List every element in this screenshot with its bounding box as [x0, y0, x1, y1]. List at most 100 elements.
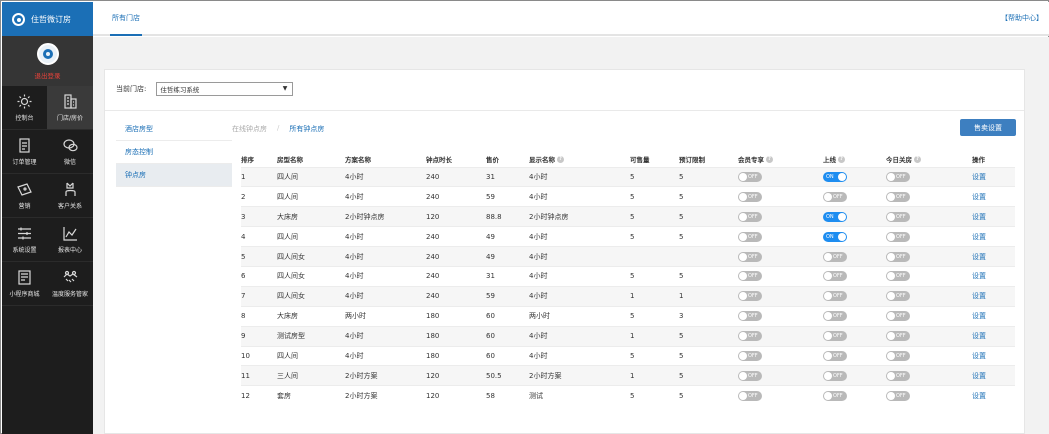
logout-link[interactable]: 退出登录 — [35, 70, 61, 80]
room-nav-item[interactable]: 钟点房 — [116, 164, 232, 187]
column-header: 上线? — [823, 151, 886, 167]
member-toggle[interactable]: OFF — [738, 231, 762, 242]
sell-settings-button[interactable]: 售卖设置 — [960, 119, 1016, 136]
sidebar-item-label: 小程序商城 — [9, 290, 40, 298]
main-content: 当前门店: 住哲练习系统 ▼ 酒店房型 房态控制 钟点房 在线钟点房 / 所有钟点房… — [93, 37, 1049, 434]
cell-limit: 5 — [679, 325, 738, 347]
settings-link[interactable]: 设置 — [972, 186, 1015, 207]
online-toggle[interactable]: ON — [823, 171, 847, 182]
settings-link[interactable]: 设置 — [972, 365, 1015, 386]
cell-plan: 4小时 — [345, 285, 426, 307]
closed-toggle[interactable]: OFF — [886, 350, 910, 361]
settings-link[interactable]: 设置 — [972, 226, 1015, 247]
closed-toggle[interactable]: OFF — [886, 311, 910, 322]
member-toggle[interactable]: OFF — [738, 311, 762, 322]
member-toggle[interactable]: OFF — [738, 271, 762, 282]
member-toggle[interactable]: OFF — [738, 370, 762, 381]
settings-link[interactable]: 设置 — [972, 265, 1015, 287]
cell-price: 60 — [486, 305, 529, 327]
table-row: 8 大床房 两小时 180 60 两小时 5 3 OFF OFF OFF 设置 — [241, 305, 1015, 327]
sidebar-item[interactable]: 门店/房价 — [47, 86, 93, 130]
toggle-cell: OFF — [738, 186, 823, 207]
settings-link[interactable]: 设置 — [972, 325, 1015, 347]
sidebar-item-label: 报表中心 — [57, 246, 82, 254]
online-toggle[interactable]: OFF — [823, 191, 847, 202]
sidebar-item[interactable]: 营销 — [2, 174, 47, 218]
cell-plan: 4小时 — [345, 345, 426, 366]
online-toggle[interactable]: OFF — [823, 350, 847, 361]
chat-icon — [62, 138, 78, 153]
store-select[interactable]: 住哲练习系统 ▼ — [156, 82, 294, 96]
cell-display: 4小时 — [529, 246, 630, 267]
sidebar-item[interactable]: 小程序商城 — [2, 262, 47, 306]
cell-room: 四人间女 — [277, 246, 345, 267]
settings-link[interactable]: 设置 — [972, 385, 1015, 406]
member-toggle[interactable]: OFF — [738, 171, 762, 182]
closed-toggle[interactable]: OFF — [886, 331, 910, 342]
sidebar-item[interactable]: 报表中心 — [47, 218, 93, 262]
sidebar-item[interactable]: 控制台 — [2, 86, 47, 130]
online-toggle[interactable]: OFF — [823, 271, 847, 282]
online-toggle[interactable]: ON — [823, 211, 847, 222]
sidebar-item[interactable]: 订单管理 — [2, 130, 47, 174]
online-toggle[interactable]: OFF — [823, 370, 847, 381]
online-toggle[interactable]: OFF — [823, 331, 847, 342]
help-center-link[interactable]: 【帮助中心】 — [1001, 2, 1043, 35]
tab-all-hourly[interactable]: 所有钟点房 — [289, 124, 324, 134]
closed-toggle[interactable]: OFF — [886, 370, 910, 381]
cell-avail: 5 — [630, 265, 679, 287]
closed-toggle[interactable]: OFF — [886, 390, 910, 401]
top-bar: 所有门店 【帮助中心】 — [93, 2, 1049, 36]
online-toggle[interactable]: ON — [823, 231, 847, 242]
help-question-icon[interactable]: ? — [557, 156, 564, 164]
settings-link[interactable]: 设置 — [972, 166, 1015, 187]
tab-online-hourly[interactable]: 在线钟点房 — [232, 124, 267, 134]
cell-plan: 4小时 — [345, 186, 426, 207]
sidebar-item[interactable]: 客户关系 — [47, 174, 93, 218]
closed-toggle[interactable]: OFF — [886, 191, 910, 202]
sidebar-item[interactable]: 系统设置 — [2, 218, 47, 262]
closed-toggle[interactable]: OFF — [886, 211, 910, 222]
member-toggle[interactable]: OFF — [738, 191, 762, 202]
brand-header[interactable]: 住哲微订房 — [2, 2, 93, 36]
online-toggle[interactable]: OFF — [823, 291, 847, 302]
settings-link[interactable]: 设置 — [972, 246, 1015, 267]
room-nav-item[interactable]: 酒店房型 — [116, 118, 232, 141]
room-nav-item[interactable]: 房态控制 — [116, 141, 232, 164]
sidebar-item[interactable]: 温度服务管家 — [47, 262, 93, 306]
member-toggle[interactable]: OFF — [738, 331, 762, 342]
settings-link[interactable]: 设置 — [972, 285, 1015, 307]
settings-link[interactable]: 设置 — [972, 206, 1015, 227]
closed-toggle[interactable]: OFF — [886, 271, 910, 282]
online-toggle[interactable]: OFF — [823, 311, 847, 322]
table-row: 1 四人间 4小时 240 31 4小时 5 5 OFF ON OFF 设置 — [241, 166, 1015, 187]
tab-all-stores[interactable]: 所有门店 — [110, 2, 142, 36]
help-question-icon[interactable]: ? — [766, 156, 773, 164]
member-toggle[interactable]: OFF — [738, 390, 762, 401]
toggle-cell: ON — [823, 226, 886, 247]
online-toggle[interactable]: OFF — [823, 390, 847, 401]
divider — [105, 110, 1024, 111]
member-toggle[interactable]: OFF — [738, 251, 762, 262]
sidebar-item-label: 微信 — [63, 158, 76, 166]
caret-down-icon: ▼ — [282, 85, 288, 92]
cell-sort: 12 — [241, 385, 277, 406]
settings-link[interactable]: 设置 — [972, 345, 1015, 366]
closed-toggle[interactable]: OFF — [886, 291, 910, 302]
settings-link[interactable]: 设置 — [972, 305, 1015, 327]
online-toggle[interactable]: OFF — [823, 251, 847, 262]
closed-toggle[interactable]: OFF — [886, 171, 910, 182]
member-toggle[interactable]: OFF — [738, 211, 762, 222]
cell-display: 4小时 — [529, 265, 630, 287]
help-question-icon[interactable]: ? — [838, 156, 845, 164]
cell-sort: 1 — [241, 166, 277, 187]
help-question-icon[interactable]: ? — [914, 156, 921, 164]
avatar[interactable] — [36, 43, 59, 65]
sidebar-item[interactable]: 微信 — [47, 130, 93, 174]
closed-toggle[interactable]: OFF — [886, 231, 910, 242]
cell-room: 四人间 — [277, 345, 345, 366]
cell-duration: 120 — [426, 365, 486, 386]
closed-toggle[interactable]: OFF — [886, 251, 910, 262]
member-toggle[interactable]: OFF — [738, 291, 762, 302]
member-toggle[interactable]: OFF — [738, 350, 762, 361]
